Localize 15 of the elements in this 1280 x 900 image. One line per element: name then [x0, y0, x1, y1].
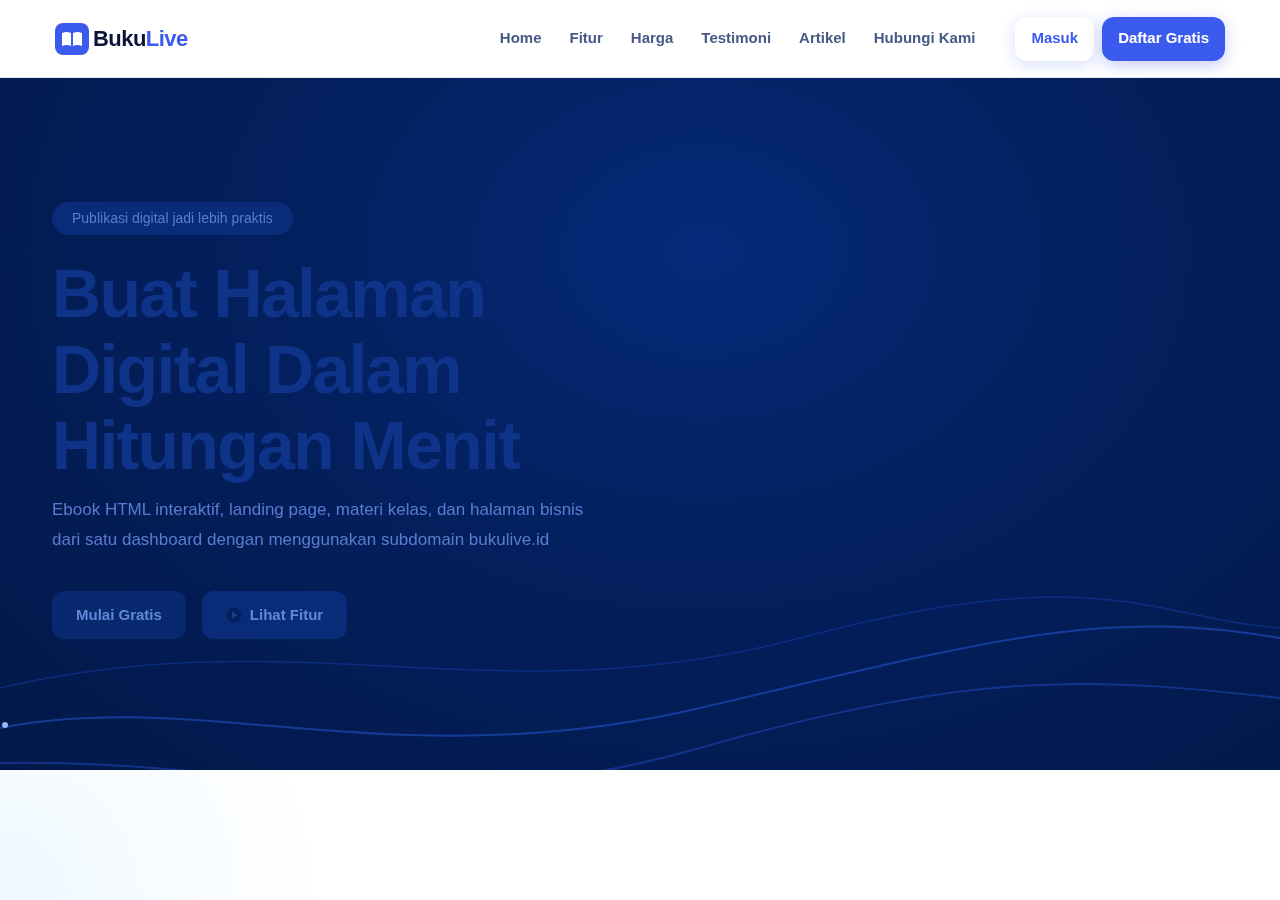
play-icon: [225, 607, 242, 623]
features-button[interactable]: Lihat Fitur: [201, 591, 348, 639]
nav-link[interactable]: Fitur: [569, 27, 603, 50]
login-button[interactable]: Masuk: [1015, 16, 1095, 61]
brand-name: BukuLive: [93, 25, 188, 53]
nav-link[interactable]: Hubungi Kami: [873, 27, 976, 50]
signup-button[interactable]: Daftar Gratis: [1102, 16, 1225, 61]
nav-link[interactable]: Artikel: [799, 27, 846, 50]
nav-link[interactable]: Testimoni: [701, 27, 772, 50]
nav-link[interactable]: Harga: [630, 27, 674, 50]
hero-description: Ebook HTML interaktif, landing page, materi kelas, dan halaman bisnis dari satu dashboard dengan menggunakan subdomain bukulive.id: [52, 499, 585, 551]
start-button[interactable]: Mulai Gratis: [52, 591, 186, 639]
nav-link[interactable]: Home: [499, 27, 542, 50]
book-logo-icon: [55, 22, 89, 55]
hero-badge: Publikasi digital jadi lebih praktis: [52, 202, 293, 235]
